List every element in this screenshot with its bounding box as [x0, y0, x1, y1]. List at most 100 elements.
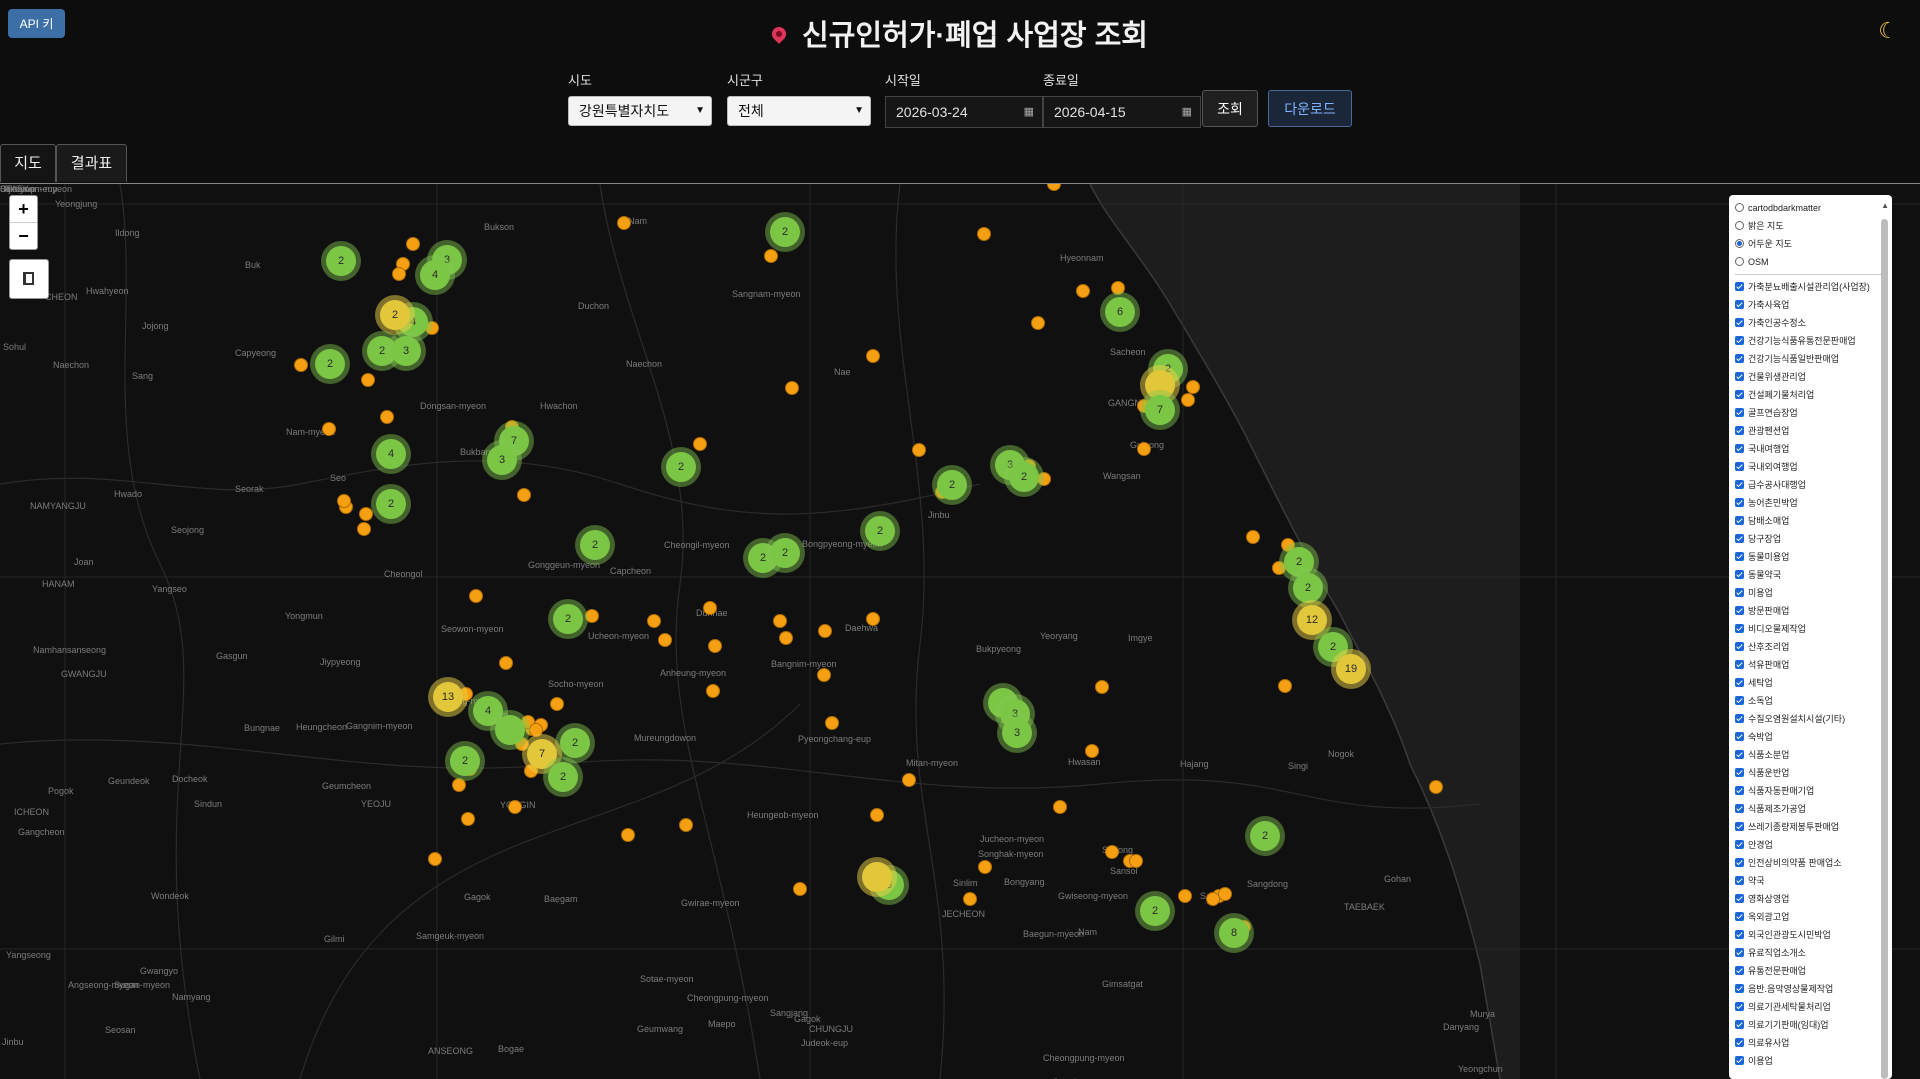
checkbox-icon[interactable]: [1735, 966, 1744, 976]
overlay-layer-option[interactable]: 건강기능식품유통전문판매업: [1729, 332, 1892, 350]
checkbox-icon[interactable]: [1735, 1002, 1744, 1012]
checkbox-icon[interactable]: [1735, 552, 1744, 562]
map-marker[interactable]: [658, 633, 672, 647]
map-marker[interactable]: [361, 373, 375, 387]
marker-cluster[interactable]: 2: [865, 516, 895, 546]
marker-cluster[interactable]: [862, 862, 892, 892]
base-layer-option[interactable]: 어두운 지도: [1729, 235, 1892, 253]
map-marker[interactable]: [866, 349, 880, 363]
overlay-layer-option[interactable]: 의료기기판매(임대)업: [1729, 1016, 1892, 1034]
marker-cluster[interactable]: 8: [1219, 918, 1249, 948]
checkbox-icon[interactable]: [1735, 588, 1744, 598]
map-marker[interactable]: [1218, 887, 1232, 901]
checkbox-icon[interactable]: [1735, 624, 1744, 634]
checkbox-icon[interactable]: [1735, 606, 1744, 616]
checkbox-icon[interactable]: [1735, 678, 1744, 688]
checkbox-icon[interactable]: [1735, 534, 1744, 544]
checkbox-icon[interactable]: [1735, 390, 1744, 400]
marker-cluster[interactable]: 2: [376, 489, 406, 519]
overlay-layer-option[interactable]: 외국인관광도시민박업: [1729, 926, 1892, 944]
overlay-layer-option[interactable]: 소독업: [1729, 692, 1892, 710]
map-marker[interactable]: [977, 227, 991, 241]
overlay-layer-option[interactable]: 동물미용업: [1729, 548, 1892, 566]
base-layer-option[interactable]: OSM: [1729, 253, 1892, 271]
marker-cluster[interactable]: 2: [666, 452, 696, 482]
tab-results[interactable]: 결과표: [56, 144, 127, 182]
map-marker[interactable]: [337, 494, 351, 508]
map-marker[interactable]: [773, 614, 787, 628]
moon-icon[interactable]: ☾: [1878, 18, 1898, 44]
overlay-layer-option[interactable]: 세탁업: [1729, 674, 1892, 692]
checkbox-icon[interactable]: [1735, 984, 1744, 994]
marker-cluster[interactable]: 2: [450, 746, 480, 776]
map-marker[interactable]: [706, 684, 720, 698]
map-marker[interactable]: [585, 609, 599, 623]
map-marker[interactable]: [1105, 845, 1119, 859]
checkbox-icon[interactable]: [1735, 1038, 1744, 1048]
checkbox-icon[interactable]: [1735, 1020, 1744, 1030]
overlay-layer-option[interactable]: 당구장업: [1729, 530, 1892, 548]
map-marker[interactable]: [529, 723, 543, 737]
map-marker[interactable]: [793, 882, 807, 896]
checkbox-icon[interactable]: [1735, 696, 1744, 706]
radio-icon[interactable]: [1735, 239, 1744, 249]
map-marker[interactable]: [1429, 780, 1443, 794]
overlay-layer-option[interactable]: 약국: [1729, 872, 1892, 890]
checkbox-icon[interactable]: [1735, 282, 1744, 292]
map-marker[interactable]: [1095, 680, 1109, 694]
map-marker[interactable]: [866, 612, 880, 626]
overlay-layer-option[interactable]: 골프연습장업: [1729, 404, 1892, 422]
map-marker[interactable]: [647, 614, 661, 628]
map-marker[interactable]: [1037, 472, 1051, 486]
checkbox-icon[interactable]: [1735, 894, 1744, 904]
map-marker[interactable]: [1186, 380, 1200, 394]
checkbox-icon[interactable]: [1735, 930, 1744, 940]
checkbox-icon[interactable]: [1735, 354, 1744, 364]
checkbox-icon[interactable]: [1735, 822, 1744, 832]
radio-icon[interactable]: [1735, 257, 1744, 267]
map-marker[interactable]: [902, 773, 916, 787]
map-marker[interactable]: [817, 668, 831, 682]
marker-cluster[interactable]: 2: [1293, 573, 1323, 603]
zoom-out-button[interactable]: −: [10, 222, 37, 249]
overlay-layer-option[interactable]: 식품운반업: [1729, 764, 1892, 782]
checkbox-icon[interactable]: [1735, 804, 1744, 814]
overlay-layer-option[interactable]: 방문판매업: [1729, 602, 1892, 620]
map-marker[interactable]: [406, 237, 420, 251]
checkbox-icon[interactable]: [1735, 480, 1744, 490]
overlay-layer-option[interactable]: 쓰레기종량제봉투판매업: [1729, 818, 1892, 836]
map-marker[interactable]: [708, 639, 722, 653]
layer-control-scrollbar[interactable]: [1881, 219, 1888, 1079]
checkbox-icon[interactable]: [1735, 858, 1744, 868]
overlay-layer-option[interactable]: 안경업: [1729, 836, 1892, 854]
scroll-up-icon[interactable]: ▲: [1881, 201, 1889, 210]
calendar-icon[interactable]: ▦: [1182, 97, 1192, 127]
sigungu-select[interactable]: 전체 ▼: [727, 96, 871, 126]
overlay-layer-option[interactable]: 의료기관세탁물처리업: [1729, 998, 1892, 1016]
checkbox-icon[interactable]: [1735, 948, 1744, 958]
overlay-layer-option[interactable]: 비디오물제작업: [1729, 620, 1892, 638]
checkbox-icon[interactable]: [1735, 840, 1744, 850]
marker-cluster[interactable]: 3: [391, 336, 421, 366]
overlay-layer-option[interactable]: 건물위생관리업: [1729, 368, 1892, 386]
map-marker[interactable]: [294, 358, 308, 372]
checkbox-icon[interactable]: [1735, 642, 1744, 652]
marker-cluster[interactable]: [495, 715, 525, 745]
map-view[interactable]: Yeongjung Ildong Buk CHEON Hwahyeon Jojong Soh…: [0, 183, 1920, 1079]
base-layer-option[interactable]: 밝은 지도: [1729, 217, 1892, 235]
map-marker[interactable]: [1137, 442, 1151, 456]
overlay-layer-option[interactable]: 급수공사대행업: [1729, 476, 1892, 494]
checkbox-icon[interactable]: [1735, 426, 1744, 436]
checkbox-icon[interactable]: [1735, 462, 1744, 472]
marker-cluster[interactable]: 2: [580, 530, 610, 560]
overlay-layer-option[interactable]: 석유판매업: [1729, 656, 1892, 674]
overlay-layer-option[interactable]: 식품자동판매기업: [1729, 782, 1892, 800]
overlay-layer-option[interactable]: 산후조리업: [1729, 638, 1892, 656]
overlay-layer-option[interactable]: 식품제조가공업: [1729, 800, 1892, 818]
overlay-layer-option[interactable]: 가축분뇨배출시설관리업(사업장): [1729, 278, 1892, 296]
map-marker[interactable]: [508, 800, 522, 814]
radio-icon[interactable]: [1735, 221, 1744, 231]
map-marker[interactable]: [1181, 393, 1195, 407]
marker-cluster[interactable]: 2: [326, 246, 356, 276]
map-marker[interactable]: [978, 860, 992, 874]
